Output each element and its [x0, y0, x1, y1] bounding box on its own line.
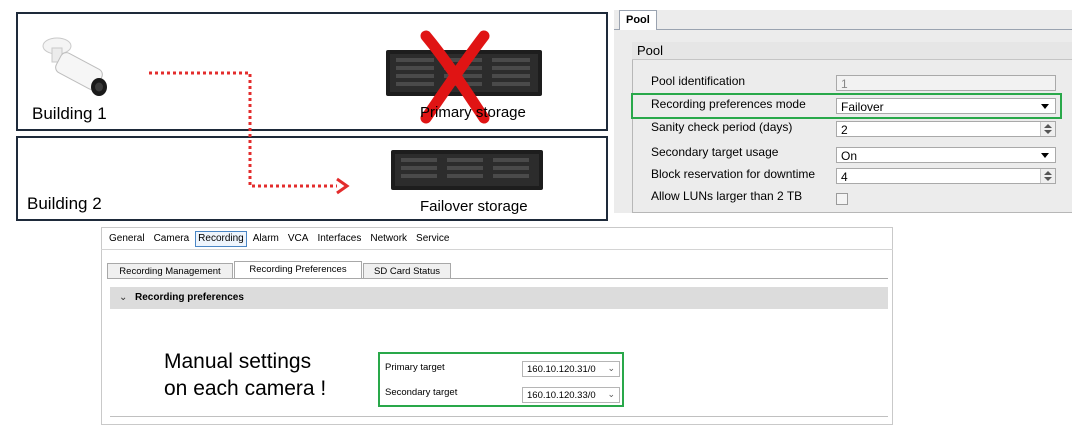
annotation-line-2: on each camera !	[164, 377, 327, 400]
menu-general[interactable]: General	[106, 231, 148, 247]
failover-storage-server-icon	[391, 150, 543, 190]
secondary-target-usage-label: Secondary target usage	[651, 145, 779, 159]
tab-pool[interactable]: Pool	[619, 10, 657, 30]
block-reservation-spinner[interactable]: 4	[836, 168, 1056, 184]
tab-sd-card-status[interactable]: SD Card Status	[363, 263, 451, 279]
pool-tab-divider	[614, 29, 1072, 30]
annotation-line-1: Manual settings	[164, 350, 312, 373]
config-menu-bar: General Camera Recording Alarm VCA Inter…	[106, 231, 455, 247]
pool-identification-field: 1	[836, 75, 1056, 91]
spinner-arrows-icon[interactable]	[1040, 122, 1055, 136]
sanity-check-period-value: 2	[841, 123, 848, 137]
secondary-target-usage-value: On	[841, 149, 858, 163]
secondary-target-usage-select[interactable]: On	[836, 147, 1056, 163]
tab-recording-management[interactable]: Recording Management	[107, 263, 233, 279]
menu-recording[interactable]: Recording	[195, 231, 247, 247]
failover-arrow	[149, 71, 350, 195]
targets-highlight	[378, 352, 624, 407]
primary-storage-label: Primary storage	[420, 104, 526, 121]
spinner-arrows-icon[interactable]	[1040, 169, 1055, 183]
building-1-label: Building 1	[32, 104, 107, 123]
chevron-down-icon: ⌄	[119, 292, 128, 303]
allow-luns-label: Allow LUNs larger than 2 TB	[651, 189, 803, 203]
dropdown-arrow-icon	[1041, 153, 1049, 158]
camera-icon	[42, 37, 107, 96]
menu-interfaces[interactable]: Interfaces	[314, 231, 364, 247]
menu-service[interactable]: Service	[413, 231, 452, 247]
menu-camera[interactable]: Camera	[151, 231, 193, 247]
menu-alarm[interactable]: Alarm	[250, 231, 282, 247]
failover-storage-label: Failover storage	[420, 198, 528, 215]
section-title: Recording preferences	[135, 292, 244, 303]
sanity-check-period-spinner[interactable]: 2	[836, 121, 1056, 137]
tab-recording-preferences[interactable]: Recording Preferences	[234, 261, 362, 279]
menu-network[interactable]: Network	[367, 231, 410, 247]
pool-identification-label: Pool identification	[651, 74, 746, 88]
recording-mode-highlight	[631, 93, 1062, 119]
tab-divider	[108, 278, 888, 279]
pool-identification-value: 1	[841, 77, 848, 91]
building-2-label: Building 2	[27, 194, 102, 213]
allow-luns-checkbox[interactable]	[836, 193, 848, 205]
pool-group-title: Pool	[632, 42, 1072, 60]
recording-preferences-section-header[interactable]: ⌄ Recording preferences	[110, 287, 888, 309]
sanity-check-period-label: Sanity check period (days)	[651, 120, 793, 134]
menu-divider	[101, 249, 893, 250]
block-reservation-label: Block reservation for downtime	[651, 167, 816, 181]
block-reservation-value: 4	[841, 170, 848, 184]
menu-vca[interactable]: VCA	[285, 231, 312, 247]
